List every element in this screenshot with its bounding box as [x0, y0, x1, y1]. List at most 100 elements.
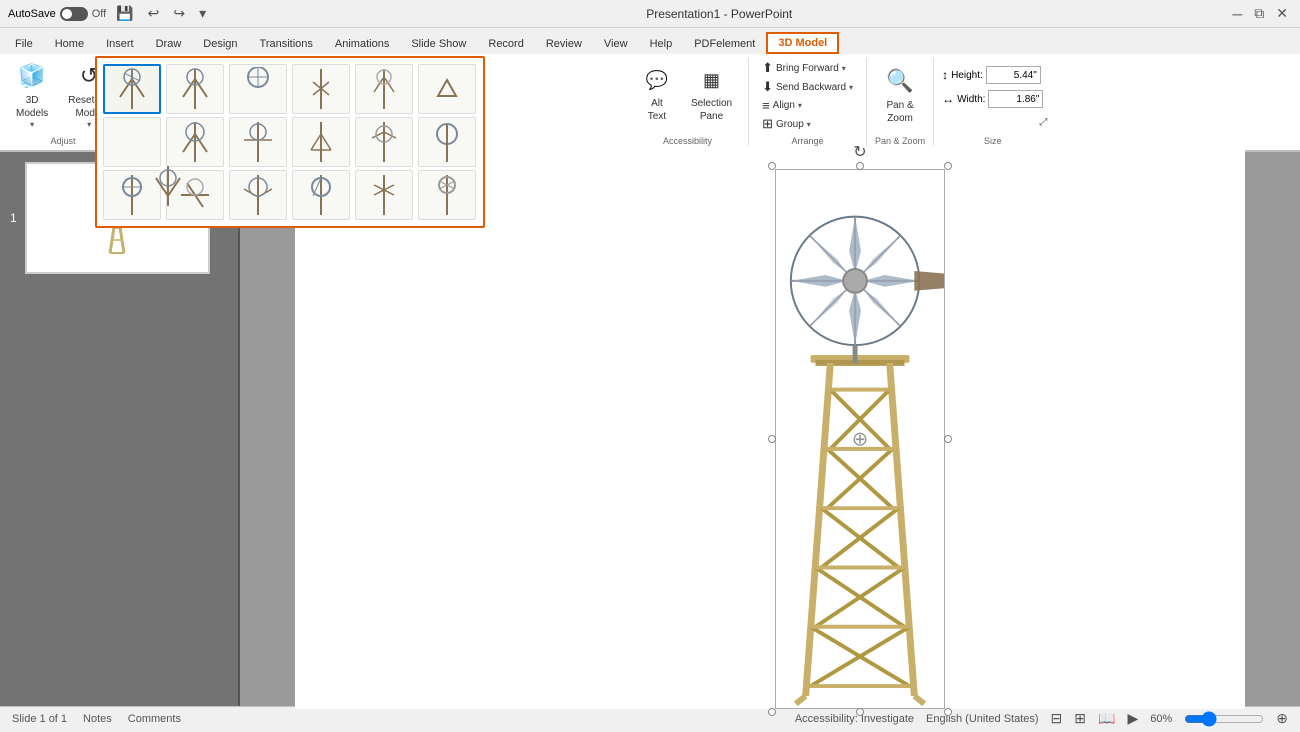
group-arrange: ⬆ Bring Forward ▾ ⬇ Send Backward ▾ ≡ Al…	[749, 58, 867, 146]
pan-zoom-label: Pan &Zoom	[886, 99, 913, 125]
handle-tl[interactable]	[768, 162, 776, 170]
tab-slide-show[interactable]: Slide Show	[400, 33, 477, 54]
width-icon: ↔	[942, 92, 954, 106]
zoom-slider[interactable]	[1184, 711, 1264, 727]
undo-icon[interactable]: ↩	[144, 3, 164, 24]
tab-3d-model[interactable]: 3D Model	[766, 32, 839, 54]
windmill-3d-model[interactable]: ↻ ⊕	[775, 169, 945, 709]
language-status: English (United States)	[926, 713, 1039, 725]
3d-models-icon: 🧊	[18, 62, 45, 91]
view-thumb-14[interactable]	[229, 170, 287, 220]
selection-pane-button[interactable]: ▦ SelectionPane	[683, 60, 740, 132]
pan-zoom-label: Pan & Zoom	[875, 134, 925, 146]
autosave-state: Off	[92, 8, 106, 20]
view-thumb-6[interactable]	[103, 117, 161, 167]
autosave-pill[interactable]	[60, 7, 88, 21]
minimize-icon[interactable]: ─	[1228, 4, 1246, 24]
view-thumb-7[interactable]	[166, 117, 224, 167]
tab-draw[interactable]: Draw	[145, 33, 193, 54]
handle-mr[interactable]	[944, 435, 952, 443]
pan-zoom-button[interactable]: 🔍 Pan &Zoom	[878, 60, 922, 132]
view-thumb-1[interactable]	[166, 64, 224, 114]
app-title: Presentation1 - PowerPoint	[646, 7, 792, 21]
send-backward-icon: ⬇	[762, 79, 773, 95]
view-thumb-10[interactable]	[355, 117, 413, 167]
tab-design[interactable]: Design	[192, 33, 248, 54]
view-thumb-16[interactable]	[355, 170, 413, 220]
bring-forward-icon: ⬆	[762, 60, 773, 76]
reset-3d-arrow: ▾	[87, 120, 91, 130]
tab-record[interactable]: Record	[477, 33, 534, 54]
group-button[interactable]: ⊞ Group ▾	[757, 115, 858, 133]
close-icon[interactable]: ✕	[1272, 3, 1292, 24]
pan-zoom-content: 🔍 Pan &Zoom	[878, 58, 922, 134]
tab-animations[interactable]: Animations	[324, 33, 400, 54]
slide-info: Slide 1 of 1	[12, 713, 67, 725]
zoom-level: 60%	[1150, 713, 1172, 725]
view-thumb-17[interactable]	[418, 170, 476, 220]
normal-view-icon[interactable]: ⊟	[1051, 710, 1063, 727]
fit-slide-icon[interactable]: ⊕	[1276, 710, 1288, 727]
align-button[interactable]: ≡ Align ▾	[757, 97, 858, 114]
view-thumb-4[interactable]	[355, 64, 413, 114]
view-thumb-15[interactable]	[292, 170, 350, 220]
autosave-toggle[interactable]: AutoSave Off	[8, 7, 106, 21]
tab-help[interactable]: Help	[639, 33, 684, 54]
accessibility-content: 💬 AltText ▦ SelectionPane	[635, 58, 740, 134]
align-label: Align	[773, 100, 795, 111]
save-icon[interactable]: 💾	[112, 3, 137, 24]
tab-transitions[interactable]: Transitions	[249, 33, 324, 54]
handle-ml[interactable]	[768, 435, 776, 443]
alt-text-icon: 💬	[646, 69, 668, 92]
group-arrow: ▾	[807, 120, 811, 129]
reading-view-icon[interactable]: 📖	[1098, 710, 1115, 727]
3d-views-dropdown	[95, 56, 485, 228]
height-input[interactable]	[986, 66, 1041, 84]
tab-file[interactable]: File	[4, 33, 44, 54]
notes-btn[interactable]: Notes	[83, 713, 112, 725]
tab-review[interactable]: Review	[535, 33, 593, 54]
handle-tc[interactable]	[856, 162, 864, 170]
width-input[interactable]	[988, 90, 1043, 108]
move-handle[interactable]: ⊕	[852, 427, 869, 452]
height-label: Height:	[951, 70, 983, 81]
slide-sorter-icon[interactable]: ⊞	[1074, 710, 1086, 727]
3d-models-button[interactable]: 🧊 3DModels ▾	[8, 60, 56, 132]
slide-main[interactable]: ↻ ⊕	[295, 149, 1245, 709]
view-thumb-8[interactable]	[229, 117, 287, 167]
3d-models-label: 3DModels	[16, 94, 48, 120]
comments-btn[interactable]: Comments	[128, 713, 181, 725]
view-thumb-5[interactable]	[418, 64, 476, 114]
group-size: ↕ Height: ↔ Width: ⤢ Size	[934, 58, 1051, 146]
ribbon-tabs: File Home Insert Draw Design Transitions…	[0, 28, 1300, 54]
adjust-label: Adjust	[50, 134, 75, 146]
view-thumb-0[interactable]	[103, 64, 161, 114]
send-backward-arrow: ▾	[849, 83, 853, 92]
slide-canvas: ↻ ⊕	[240, 152, 1300, 706]
redo-icon[interactable]: ↪	[169, 3, 189, 24]
size-expand-button[interactable]: ⤢	[1039, 117, 1047, 128]
handle-tr[interactable]	[944, 162, 952, 170]
alt-text-button[interactable]: 💬 AltText	[635, 60, 679, 132]
view-thumb-11[interactable]	[418, 117, 476, 167]
restore-icon[interactable]: ⧉	[1250, 3, 1268, 24]
tab-insert[interactable]: Insert	[95, 33, 145, 54]
tab-pdfelement[interactable]: PDFelement	[683, 33, 766, 54]
arrange-stacked: ⬆ Bring Forward ▾ ⬇ Send Backward ▾ ≡ Al…	[757, 60, 858, 132]
bring-forward-button[interactable]: ⬆ Bring Forward ▾	[757, 59, 858, 77]
view-thumb-2[interactable]	[229, 64, 287, 114]
tab-home[interactable]: Home	[44, 33, 95, 54]
slideshow-icon[interactable]: ▶	[1127, 710, 1138, 727]
pan-zoom-icon: 🔍	[886, 67, 913, 96]
alt-text-label: AltText	[648, 97, 666, 123]
align-icon: ≡	[762, 98, 770, 113]
width-row: ↔ Width:	[942, 90, 1043, 108]
group-icon: ⊞	[762, 116, 773, 132]
tab-view[interactable]: View	[593, 33, 639, 54]
customize-icon[interactable]: ▾	[195, 3, 210, 24]
height-icon: ↕	[942, 68, 948, 82]
arrange-content: ⬆ Bring Forward ▾ ⬇ Send Backward ▾ ≡ Al…	[757, 58, 858, 134]
send-backward-button[interactable]: ⬇ Send Backward ▾	[757, 78, 858, 96]
view-thumb-9[interactable]	[292, 117, 350, 167]
view-thumb-3[interactable]	[292, 64, 350, 114]
